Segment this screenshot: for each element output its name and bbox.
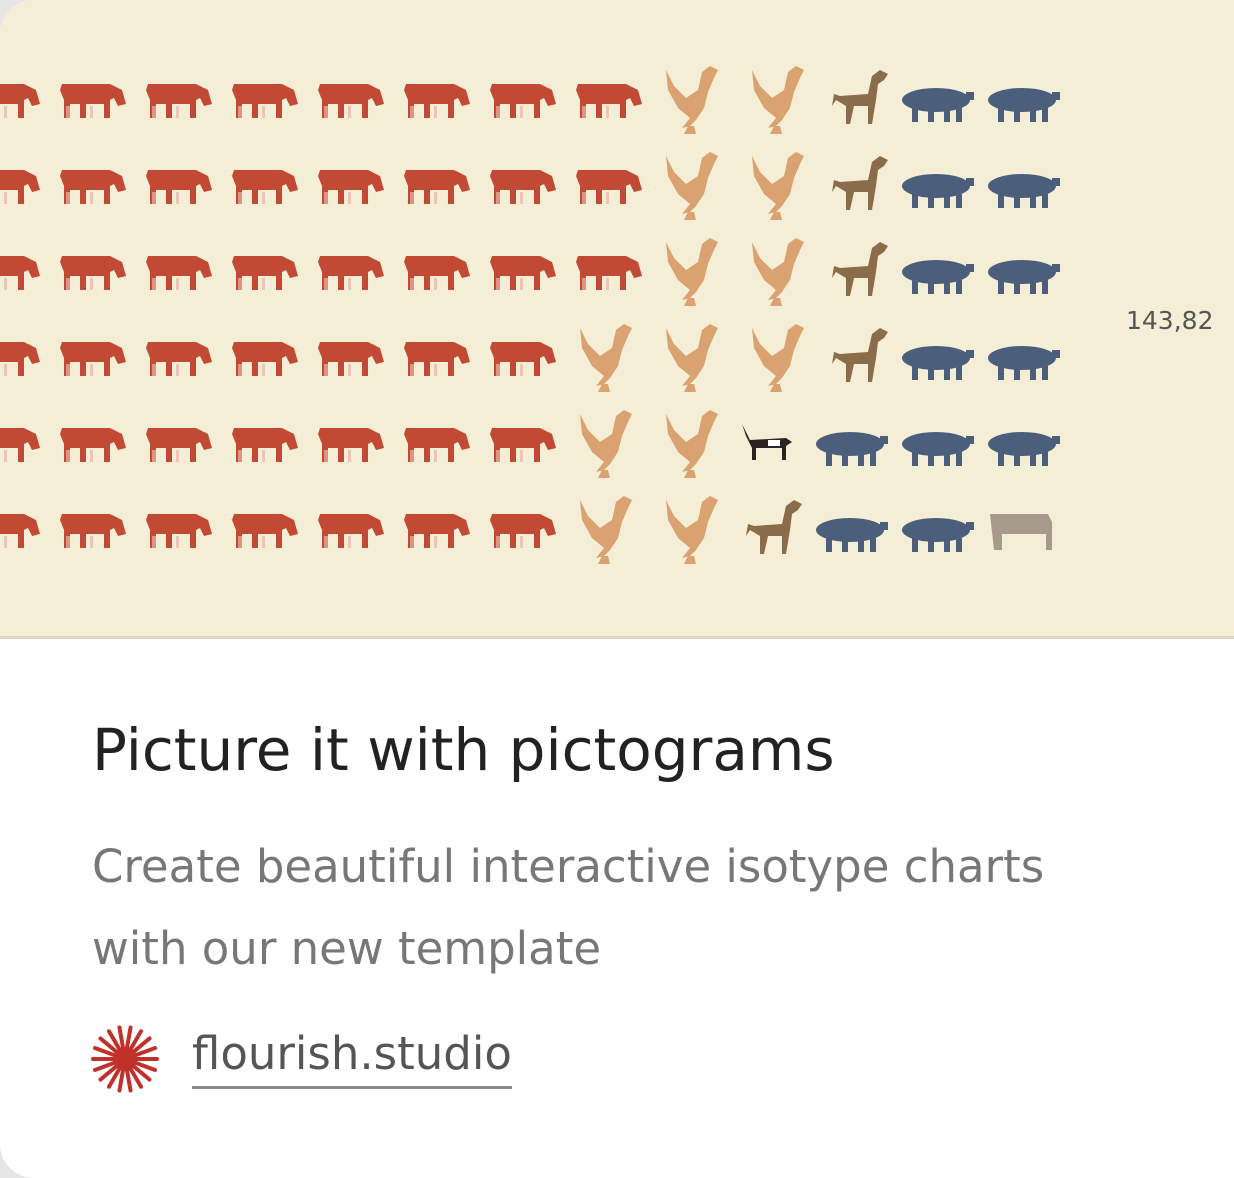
pictogram-cow-icon bbox=[318, 342, 384, 376]
pictogram-cow-icon bbox=[0, 514, 40, 548]
pictogram-pig-icon bbox=[988, 260, 1060, 294]
pictogram-cow-icon bbox=[318, 84, 384, 118]
pictogram-pig-icon bbox=[902, 260, 974, 294]
pictogram-chart-preview: 143,82 bbox=[0, 0, 1234, 639]
pictogram-horse-icon bbox=[746, 500, 802, 554]
pictogram-cow-icon bbox=[490, 170, 556, 204]
pictogram-pig-icon bbox=[988, 432, 1060, 466]
pictogram-cow-icon bbox=[232, 170, 298, 204]
pictogram-cow-icon bbox=[60, 342, 126, 376]
pictogram-cow-icon bbox=[0, 256, 40, 290]
pictogram-cow-icon bbox=[318, 170, 384, 204]
pictogram-grid bbox=[0, 66, 1060, 564]
pictogram-cow-icon bbox=[576, 84, 642, 118]
pictogram-cow-icon bbox=[232, 428, 298, 462]
pictogram-cow-icon bbox=[146, 428, 212, 462]
pictogram-cow-icon bbox=[60, 428, 126, 462]
pictogram-chicken-icon bbox=[666, 410, 718, 478]
pictogram-pig-icon bbox=[902, 518, 974, 552]
pictogram-pig-icon bbox=[988, 88, 1060, 122]
pictogram-cow-icon bbox=[232, 342, 298, 376]
pictogram-cow-icon bbox=[0, 428, 40, 462]
pictogram-cow-icon bbox=[232, 84, 298, 118]
pictogram-cow-icon bbox=[146, 84, 212, 118]
pictogram-pig-icon bbox=[988, 174, 1060, 208]
pictogram-cow-icon bbox=[0, 84, 40, 118]
pictogram-cow-icon bbox=[318, 428, 384, 462]
pictogram-cow-icon bbox=[318, 514, 384, 548]
pictogram-cow-icon bbox=[576, 256, 642, 290]
pictogram-horse-icon bbox=[832, 156, 888, 210]
pictogram-cow-icon bbox=[232, 256, 298, 290]
pictogram-cow-icon bbox=[60, 84, 126, 118]
pictogram-chicken-icon bbox=[666, 152, 718, 220]
pictogram-chicken-icon bbox=[752, 238, 804, 306]
pictogram-pig-icon bbox=[902, 174, 974, 208]
pictogram-cow-icon bbox=[232, 514, 298, 548]
pictogram-cow-icon bbox=[0, 342, 40, 376]
card-title: Picture it with pictograms bbox=[92, 716, 835, 784]
pictogram-pig-icon bbox=[816, 518, 888, 552]
pictogram-pig-icon bbox=[902, 432, 974, 466]
pictogram-sheep-icon bbox=[990, 514, 1052, 550]
pictogram-cow-icon bbox=[146, 256, 212, 290]
pictogram-cow-icon bbox=[490, 428, 556, 462]
pictogram-pig-icon bbox=[816, 432, 888, 466]
flourish-starburst-icon bbox=[91, 1025, 159, 1093]
pictogram-chicken-icon bbox=[666, 238, 718, 306]
pictogram-chicken-icon bbox=[666, 496, 718, 564]
pictogram-cow-icon bbox=[404, 428, 470, 462]
pictogram-chicken-icon bbox=[666, 66, 718, 134]
pictogram-cow-icon bbox=[404, 342, 470, 376]
pictogram-pig-icon bbox=[988, 346, 1060, 380]
pictogram-horse-icon bbox=[832, 328, 888, 382]
pictogram-chicken-icon bbox=[580, 324, 632, 392]
pictogram-chicken-icon bbox=[752, 324, 804, 392]
pictogram-cow-icon bbox=[490, 256, 556, 290]
pictogram-cow-icon bbox=[490, 84, 556, 118]
pictogram-cow-icon bbox=[60, 256, 126, 290]
pictogram-cow-icon bbox=[490, 342, 556, 376]
pictogram-chicken-icon bbox=[580, 496, 632, 564]
pictogram-cow-icon bbox=[318, 256, 384, 290]
pictogram-cow-icon bbox=[576, 170, 642, 204]
value-label: 143,82 bbox=[1126, 306, 1214, 335]
pictogram-cow-icon bbox=[146, 170, 212, 204]
pictogram-cow-icon bbox=[0, 170, 40, 204]
pictogram-cow-icon bbox=[146, 342, 212, 376]
pictogram-cow-icon bbox=[404, 256, 470, 290]
pictogram-horse-icon bbox=[832, 242, 888, 296]
pictogram-horse-icon bbox=[832, 70, 888, 124]
card-description: Create beautiful interactive isotype cha… bbox=[92, 840, 1045, 975]
pictogram-chicken-icon bbox=[752, 66, 804, 134]
pictogram-cow-icon bbox=[404, 84, 470, 118]
pictogram-chicken-icon bbox=[580, 410, 632, 478]
pictogram-chicken-icon bbox=[752, 152, 804, 220]
pictogram-pig-icon bbox=[902, 88, 974, 122]
pictogram-cow-icon bbox=[60, 170, 126, 204]
pictogram-cow-icon bbox=[404, 514, 470, 548]
pictogram-cow-icon bbox=[146, 514, 212, 548]
source-link[interactable]: flourish.studio bbox=[192, 1026, 512, 1089]
pictogram-goat-icon bbox=[742, 424, 792, 460]
pictogram-chicken-icon bbox=[666, 324, 718, 392]
pictogram-cow-icon bbox=[60, 514, 126, 548]
pictogram-cow-icon bbox=[404, 170, 470, 204]
template-card[interactable]: 143,82 Picture it with pictograms Create… bbox=[0, 0, 1234, 1178]
pictogram-pig-icon bbox=[902, 346, 974, 380]
pictogram-cow-icon bbox=[490, 514, 556, 548]
